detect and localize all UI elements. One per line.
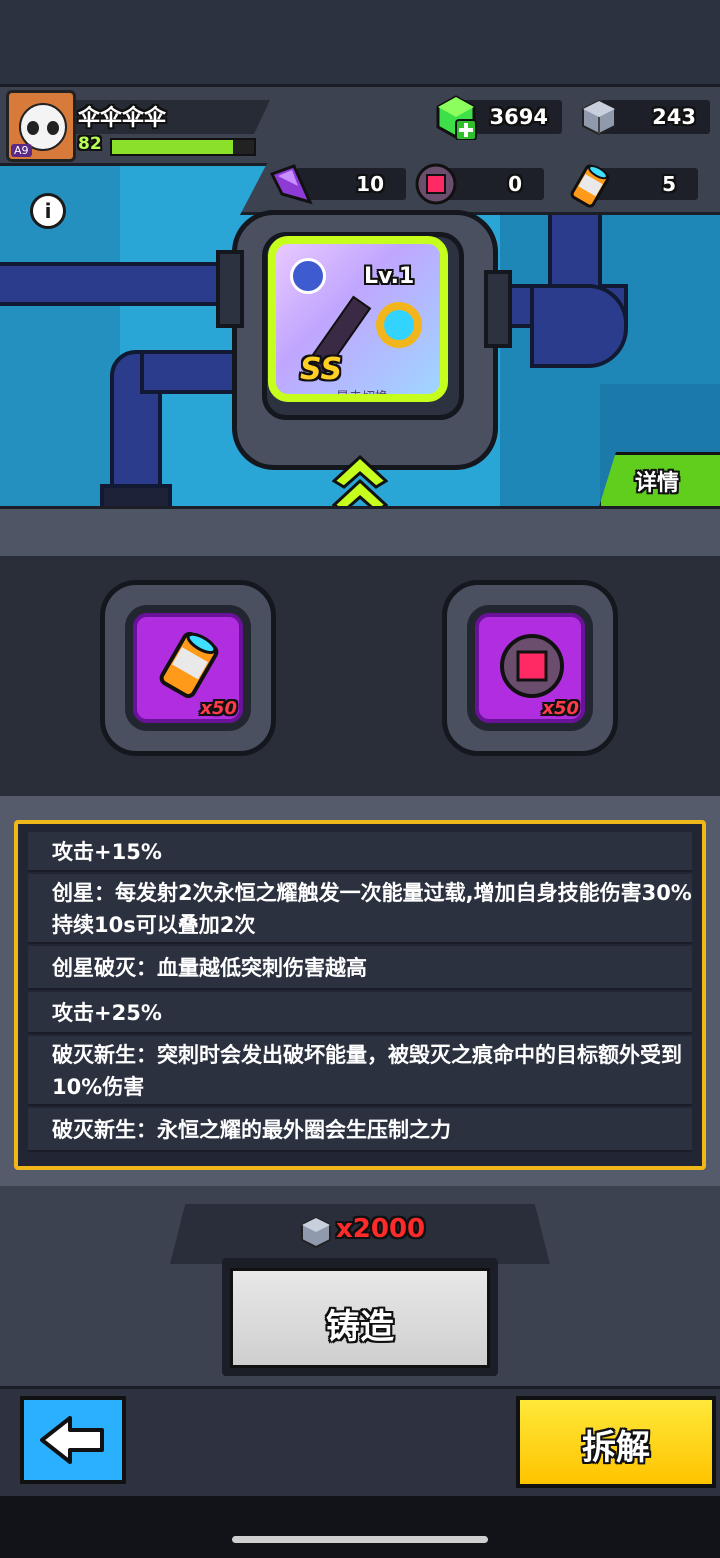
equipment-name: 星击切换 [336, 390, 389, 402]
floor-rail [0, 506, 720, 562]
equipment-level: Lv.1 [364, 264, 415, 289]
gem-value: 3694 [489, 105, 548, 129]
status-bar [0, 0, 720, 84]
home-indicator[interactable] [232, 1536, 488, 1543]
info-icon: i [44, 199, 52, 223]
material-slot-core[interactable]: x50 [442, 580, 618, 756]
green-gem-plus-icon [436, 95, 477, 140]
arrow-left-icon [40, 1416, 104, 1464]
orange-cylinder-icon [570, 164, 610, 208]
stats-panel: 攻击+15% 创星：每发射2次永恒之耀触发一次能量过载,增加自身技能伤害30%持… [14, 820, 706, 1170]
stat-row: 攻击+25% [28, 992, 692, 1034]
xp-bar [110, 138, 256, 156]
equipment-card[interactable]: Lv.1 SS 星击切换 [268, 236, 448, 402]
stat-row: 破灭新生：突刺时会发出破坏能量，被毁灭之痕命中的目标额外受到10%伤害 [28, 1036, 692, 1106]
orange-cylinder-icon [159, 631, 219, 699]
core-count: 0 [508, 172, 522, 196]
material-slot-cylinder[interactable]: x50 [100, 580, 276, 756]
frame-bolt-right [484, 270, 512, 348]
back-button[interactable] [20, 1396, 126, 1484]
stat-row: 创星破灭：血量越低突刺伤害越高 [28, 946, 692, 990]
avatar[interactable]: A9 [6, 90, 76, 162]
frame-bolt-left [216, 250, 244, 328]
detail-label: 详情 [635, 471, 680, 496]
info-button[interactable]: i [30, 193, 66, 229]
equipment-rank: SS [300, 352, 343, 387]
avatar-tag: A9 [11, 144, 32, 157]
gear-icon [376, 302, 422, 348]
dismantle-button[interactable]: 拆解 [516, 1396, 716, 1488]
cube-value: 243 [652, 105, 696, 129]
red-core-icon [415, 163, 457, 205]
forge-button[interactable]: 铸造 [230, 1268, 490, 1368]
purple-shard-icon [269, 164, 313, 205]
metal-cube-icon [582, 99, 616, 136]
player-level: 82 [78, 134, 102, 154]
metal-cube-icon [301, 1216, 331, 1248]
slot-quantity: x50 [542, 698, 579, 719]
xp-fill [112, 140, 233, 154]
compass-badge-icon [290, 258, 326, 294]
stat-row: 攻击+15% [28, 832, 692, 872]
forge-cost: x2000 [336, 1214, 426, 1244]
detail-button[interactable]: 详情 [598, 452, 720, 510]
cylinder-count: 5 [662, 172, 676, 196]
shard-count: 10 [356, 172, 384, 196]
forge-label: 铸造 [326, 1307, 394, 1347]
system-nav-bar [0, 1496, 720, 1558]
stat-row: 创星：每发射2次永恒之耀触发一次能量过载,增加自身技能伤害30%持续10s可以叠… [28, 874, 692, 944]
stat-row: 破灭新生：永恒之耀的最外圈会生压制之力 [28, 1108, 692, 1152]
red-core-icon [500, 634, 564, 698]
slot-quantity: x50 [200, 698, 237, 719]
player-name: 伞伞伞伞 [78, 106, 167, 131]
dismantle-label: 拆解 [582, 1428, 650, 1468]
